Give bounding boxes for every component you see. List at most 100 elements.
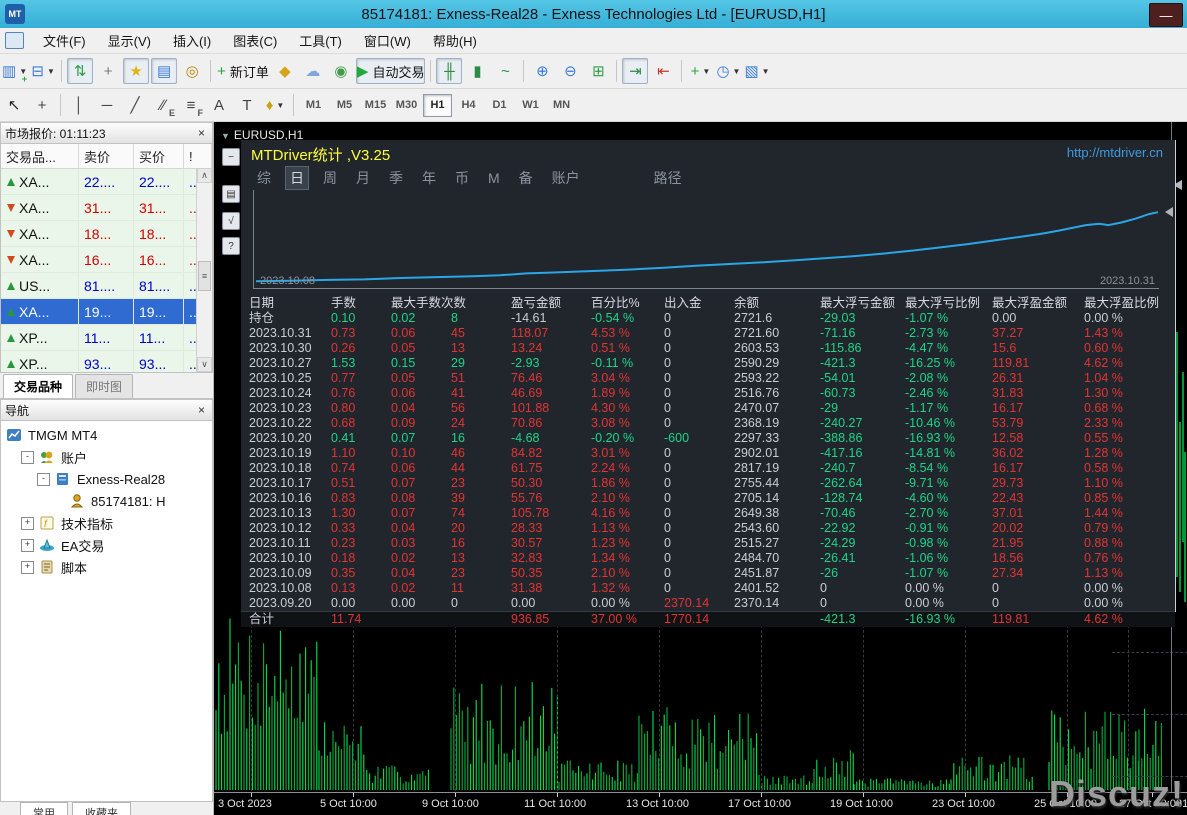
stats-tab-币[interactable]: 币 (451, 167, 473, 189)
stats-tab-账户[interactable]: 账户 (548, 167, 584, 189)
market-watch-row[interactable]: XA... 18... 18...... (1, 221, 212, 247)
new-order-icon[interactable]: + 新订单 (216, 58, 270, 84)
navigator-item-account[interactable]: 85174181: H (1, 490, 212, 512)
navigator-item-indicator[interactable]: + f 技术指标 (1, 512, 212, 534)
expand-icon[interactable]: + (21, 538, 34, 552)
scroll-thumb[interactable]: ≡ (198, 261, 211, 291)
stats-tab-日[interactable]: 日 (285, 166, 309, 190)
menu-item[interactable]: 图表(C) (222, 28, 288, 53)
data-window-icon[interactable]: + (95, 58, 121, 84)
panel-image-button[interactable]: ▤ (222, 185, 240, 203)
market-watch-row[interactable]: XP... 93... 93...... (1, 351, 212, 372)
new-chart-icon[interactable]: ▥ + ▼ (1, 58, 28, 84)
menu-item[interactable]: 帮助(H) (422, 28, 488, 53)
horizontal-line-icon[interactable]: ─ (94, 92, 120, 118)
minimize-button[interactable]: — (1149, 3, 1183, 27)
tab-收藏夹[interactable]: 收藏夹 (72, 802, 131, 815)
text-icon[interactable]: A (206, 92, 232, 118)
cursor-icon[interactable]: ↖ (1, 92, 27, 118)
candlestick-icon[interactable]: ▮ (464, 58, 490, 84)
collapse-icon[interactable]: - (21, 450, 34, 464)
indicators-icon[interactable]: + ▼ (687, 58, 713, 84)
market-watch-row[interactable]: XP... 11... 11...... (1, 325, 212, 351)
market-watch-icon[interactable]: ⇅ (67, 58, 94, 84)
menu-item[interactable]: 工具(T) (288, 28, 353, 53)
tab-常用[interactable]: 常用 (20, 802, 68, 815)
navigator-icon[interactable]: ★ (123, 58, 150, 84)
stats-tab-备[interactable]: 备 (515, 167, 537, 189)
navigator-item-mt4[interactable]: TMGM MT4 (1, 424, 212, 446)
bar-chart-icon[interactable]: ╫ (436, 58, 463, 84)
zoom-out-icon[interactable]: ⊖ (557, 58, 583, 84)
navigator-item-accounts[interactable]: - 账户 (1, 446, 212, 468)
timeframe-MN[interactable]: MN (547, 94, 576, 117)
stats-tab-综[interactable]: 综 (253, 167, 275, 189)
expand-icon[interactable]: + (21, 516, 34, 530)
stats-tab-年[interactable]: 年 (418, 167, 440, 189)
tab-即时图[interactable]: 即时图 (75, 374, 134, 398)
strategy-tester-icon[interactable]: ◎ (179, 58, 205, 84)
fibonacci-icon[interactable]: ≡ F (178, 92, 204, 119)
timeframe-W1[interactable]: W1 (516, 94, 545, 117)
label-icon[interactable]: T (234, 92, 260, 118)
crosshair-icon[interactable]: + (29, 92, 55, 118)
market-watch-row[interactable]: US... 81.... 81...... (1, 273, 212, 299)
stats-tab-月[interactable]: 月 (352, 167, 374, 189)
terminal-icon[interactable]: ▤ (151, 58, 178, 84)
expand-icon[interactable]: + (21, 560, 34, 574)
stats-tab-周[interactable]: 周 (319, 167, 341, 189)
channel-icon[interactable]: ∕∕ E (150, 92, 176, 119)
timeframe-M5[interactable]: M5 (330, 94, 359, 117)
column-header[interactable]: 卖价 (79, 144, 134, 168)
stats-tab-路径[interactable]: 路径 (650, 167, 686, 189)
shift-chart-icon[interactable]: ⇥ (622, 58, 649, 84)
tab-交易品种[interactable]: 交易品种 (3, 374, 74, 398)
timeframe-M1[interactable]: M1 (299, 94, 328, 117)
shapes-icon[interactable]: ♦ ▼ (262, 92, 288, 118)
shift-end-icon[interactable]: ⇤ (650, 58, 676, 84)
close-icon[interactable]: × (195, 126, 208, 140)
autotrading-icon[interactable]: ▶ 自动交易 (355, 58, 426, 84)
menu-item[interactable]: 文件(F) (32, 28, 97, 53)
timeframe-H4[interactable]: H4 (454, 94, 483, 117)
navigator-item-ea[interactable]: + EA交易 (1, 534, 212, 556)
navigator-item-script[interactable]: + 脚本 (1, 556, 212, 578)
periods-icon[interactable]: ◷ ▼ (715, 58, 741, 84)
chart-area[interactable]: ▼ EURUSD,H1 − ▤ √? MTDriver统计 ,V3.25 http:/… (214, 122, 1187, 815)
trendline-icon[interactable]: ╱ (122, 92, 148, 118)
stats-tab-M[interactable]: M (484, 169, 504, 187)
profiles-icon[interactable]: ⊟ ▼ (30, 58, 56, 84)
timeframe-M15[interactable]: M15 (361, 94, 390, 117)
market-watch-scrollbar[interactable]: ∧ ≡ ∨ (196, 168, 212, 372)
panel-minimize-button[interactable]: − (222, 148, 240, 166)
menu-item[interactable]: 插入(I) (162, 28, 222, 53)
panel-apply-button[interactable]: √ (222, 212, 240, 230)
column-header[interactable]: 交易品... (1, 144, 79, 168)
market-watch-row[interactable]: XA... 22.... 22...... (1, 169, 212, 195)
tile-windows-icon[interactable]: ⊞ (585, 58, 611, 84)
templates-icon[interactable]: ▧ ▼ (743, 58, 770, 84)
stats-panel-link[interactable]: http://mtdriver.cn (1067, 145, 1163, 160)
line-chart-icon[interactable]: ~ (492, 58, 518, 84)
menu-item[interactable]: 显示(V) (97, 28, 162, 53)
column-header[interactable]: 买价 (134, 144, 184, 168)
collapse-icon[interactable]: - (37, 472, 50, 486)
mql5-community-icon[interactable]: ☁ (300, 58, 326, 84)
metaeditor-icon[interactable]: ◆ (272, 58, 298, 84)
stats-tab-季[interactable]: 季 (385, 167, 407, 189)
panel-help-button[interactable]: ? (222, 237, 240, 255)
navigator-item-server[interactable]: - Exness-Real28 (1, 468, 212, 490)
scroll-up-icon[interactable]: ∧ (197, 168, 212, 183)
close-icon[interactable]: × (195, 403, 208, 417)
timeframe-M30[interactable]: M30 (392, 94, 421, 117)
market-watch-row[interactable]: XA... 19... 19...... (1, 299, 212, 325)
market-watch-row[interactable]: XA... 31... 31...... (1, 195, 212, 221)
zoom-in-icon[interactable]: ⊕ (529, 58, 555, 84)
scroll-down-icon[interactable]: ∨ (197, 357, 212, 372)
sounds-icon[interactable]: ◉ (328, 58, 354, 84)
menu-item[interactable]: 窗口(W) (353, 28, 422, 53)
column-header[interactable]: ! (184, 144, 212, 168)
timeframe-D1[interactable]: D1 (485, 94, 514, 117)
timeframe-H1[interactable]: H1 (423, 93, 452, 117)
market-watch-row[interactable]: XA... 16... 16...... (1, 247, 212, 273)
